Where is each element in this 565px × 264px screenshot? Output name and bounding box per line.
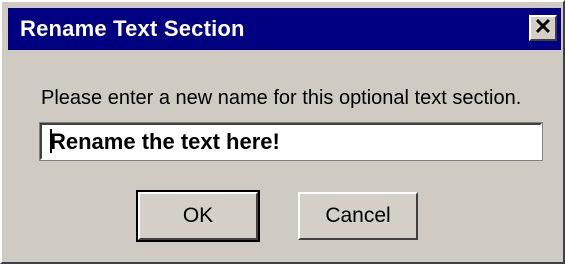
close-icon: ✕ bbox=[533, 14, 553, 39]
close-button[interactable]: ✕ bbox=[529, 15, 557, 41]
cancel-button[interactable]: Cancel bbox=[298, 192, 418, 240]
section-name-input[interactable] bbox=[39, 122, 543, 161]
rename-text-section-dialog: Rename Text Section ✕ Please enter a new… bbox=[0, 0, 565, 264]
title-bar: Rename Text Section ✕ bbox=[8, 8, 561, 50]
ok-button[interactable]: OK bbox=[136, 190, 260, 242]
dialog-title: Rename Text Section bbox=[20, 16, 245, 41]
text-caret bbox=[50, 129, 52, 153]
prompt-label: Please enter a new name for this optiona… bbox=[41, 87, 522, 109]
